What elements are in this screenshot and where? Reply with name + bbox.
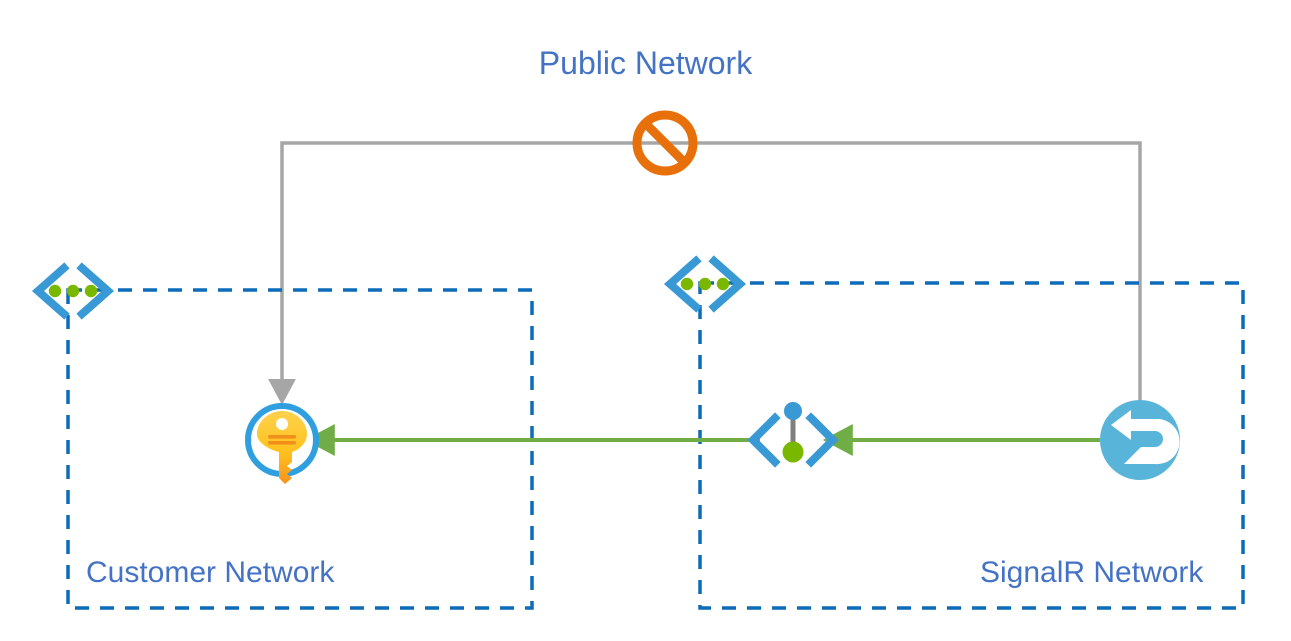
vnet-dot-icon bbox=[48, 284, 62, 298]
vnet-dot-icon bbox=[698, 277, 712, 291]
endpoint-top-node-icon bbox=[784, 402, 802, 420]
endpoint-left-bracket-icon bbox=[747, 412, 781, 468]
signalr-service-icon bbox=[1100, 400, 1180, 480]
endpoint-bottom-node-icon bbox=[782, 441, 804, 463]
private-endpoint-icon bbox=[747, 402, 839, 468]
signalr-network-label: SignalR Network bbox=[980, 556, 1204, 589]
public-network-label: Public Network bbox=[538, 45, 753, 81]
key-bit-line-icon bbox=[268, 435, 296, 439]
vnet-dot-icon bbox=[680, 277, 694, 291]
network-topology-diagram: Public Network Customer Network SignalR … bbox=[0, 0, 1291, 641]
vnet-dot-icon bbox=[84, 284, 98, 298]
vnet-dot-icon bbox=[66, 284, 80, 298]
diagram-canvas bbox=[31, 110, 1245, 610]
key-bit-line-icon bbox=[268, 441, 296, 445]
key-vault-icon bbox=[245, 403, 319, 484]
key-hole-icon bbox=[276, 418, 288, 430]
public-connection-line bbox=[268, 141, 1142, 437]
public-network-connection-path bbox=[268, 141, 1142, 437]
customer-network-label: Customer Network bbox=[86, 556, 335, 589]
endpoint-right-bracket-icon bbox=[805, 412, 839, 468]
vnet-dot-icon bbox=[716, 277, 730, 291]
